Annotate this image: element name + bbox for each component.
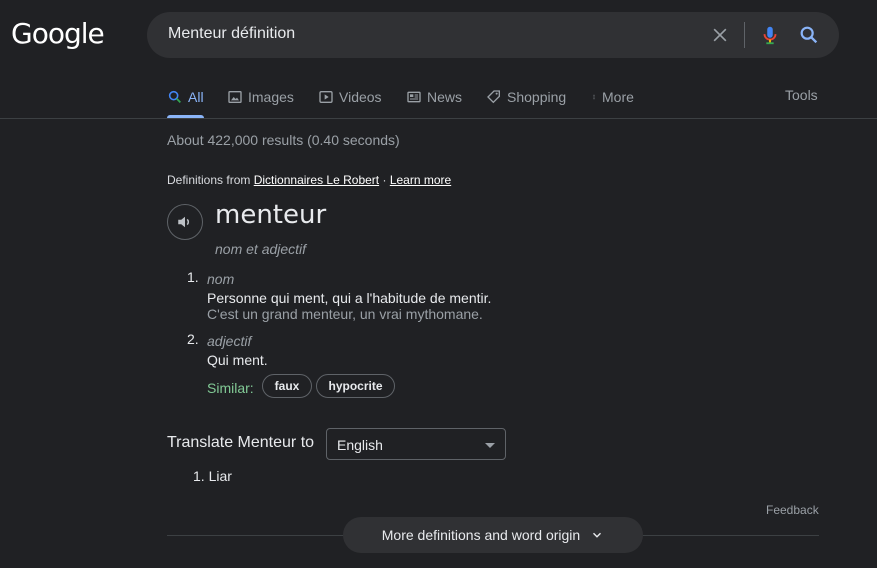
image-icon xyxy=(228,91,242,103)
play-icon xyxy=(319,91,333,103)
sense-number: 1. xyxy=(187,269,199,285)
language-select[interactable]: English xyxy=(326,428,506,460)
language-value: English xyxy=(337,437,383,453)
speaker-icon xyxy=(178,216,190,228)
feedback-link[interactable]: Feedback xyxy=(766,503,819,517)
tab-label: News xyxy=(427,89,463,105)
tab-label: Images xyxy=(248,89,294,105)
sense-pos: nom xyxy=(207,271,235,287)
sense-number: 2. xyxy=(187,331,199,347)
chip-label: hypocrite xyxy=(328,379,383,393)
definitions-source: Definitions from Dictionnaires Le Robert… xyxy=(167,173,451,187)
tools-button[interactable]: Tools xyxy=(785,87,818,103)
headword: menteur xyxy=(215,200,327,230)
tab-label: All xyxy=(188,89,204,105)
tab-images[interactable]: Images xyxy=(227,87,294,107)
search-icon xyxy=(168,90,181,103)
translation-item: 1. Liar xyxy=(193,468,232,484)
sense-example: C'est un grand menteur, un vrai mythoman… xyxy=(207,306,483,322)
active-tab-indicator xyxy=(167,115,204,118)
microphone-icon[interactable] xyxy=(759,23,781,47)
tag-icon xyxy=(487,90,500,104)
tab-news[interactable]: News xyxy=(406,87,462,107)
similar-chip-faux[interactable]: faux xyxy=(262,374,312,398)
search-icon[interactable] xyxy=(798,24,820,46)
chip-label: faux xyxy=(274,379,300,393)
clear-icon[interactable] xyxy=(710,25,730,45)
chevron-down-icon xyxy=(485,443,495,448)
kebab-icon xyxy=(593,94,595,100)
separator: · xyxy=(382,173,387,187)
similar-label: Similar: xyxy=(207,380,254,396)
result-stats: About 422,000 results (0.40 seconds) xyxy=(167,132,400,148)
tab-videos[interactable]: Videos xyxy=(318,87,382,107)
sense-definition: Personne qui ment, qui a l'habitude de m… xyxy=(207,290,492,306)
definitions-from-label: Definitions from xyxy=(167,173,251,187)
learn-more-link[interactable]: Learn more xyxy=(390,173,451,187)
pronunciation-button[interactable] xyxy=(167,204,203,240)
similar-chip-hypocrite[interactable]: hypocrite xyxy=(316,374,395,398)
newspaper-icon xyxy=(407,91,421,103)
sense-definition: Qui ment. xyxy=(207,352,268,368)
translate-label: Translate Menteur to xyxy=(167,434,315,451)
google-logo[interactable]: Google xyxy=(11,17,105,50)
more-definitions-button[interactable]: More definitions and word origin xyxy=(343,517,643,553)
tab-all[interactable]: All xyxy=(167,87,204,107)
tab-shopping[interactable]: Shopping xyxy=(486,87,566,107)
search-tabs: All Images Videos News Shopping More Too… xyxy=(0,80,877,119)
chevron-down-icon xyxy=(593,532,602,538)
tab-more[interactable]: More xyxy=(591,87,634,107)
part-of-speech: nom et adjectif xyxy=(215,241,307,257)
tab-label: Videos xyxy=(339,89,382,105)
more-definitions-label: More definitions and word origin xyxy=(381,527,581,543)
search-bar[interactable]: Menteur définition xyxy=(147,12,839,58)
search-input[interactable]: Menteur définition xyxy=(168,25,295,43)
sense-pos: adjectif xyxy=(207,333,252,349)
tab-label: More xyxy=(602,89,634,105)
tab-label: Shopping xyxy=(507,89,567,105)
source-link[interactable]: Dictionnaires Le Robert xyxy=(254,173,379,187)
search-divider xyxy=(744,22,745,48)
